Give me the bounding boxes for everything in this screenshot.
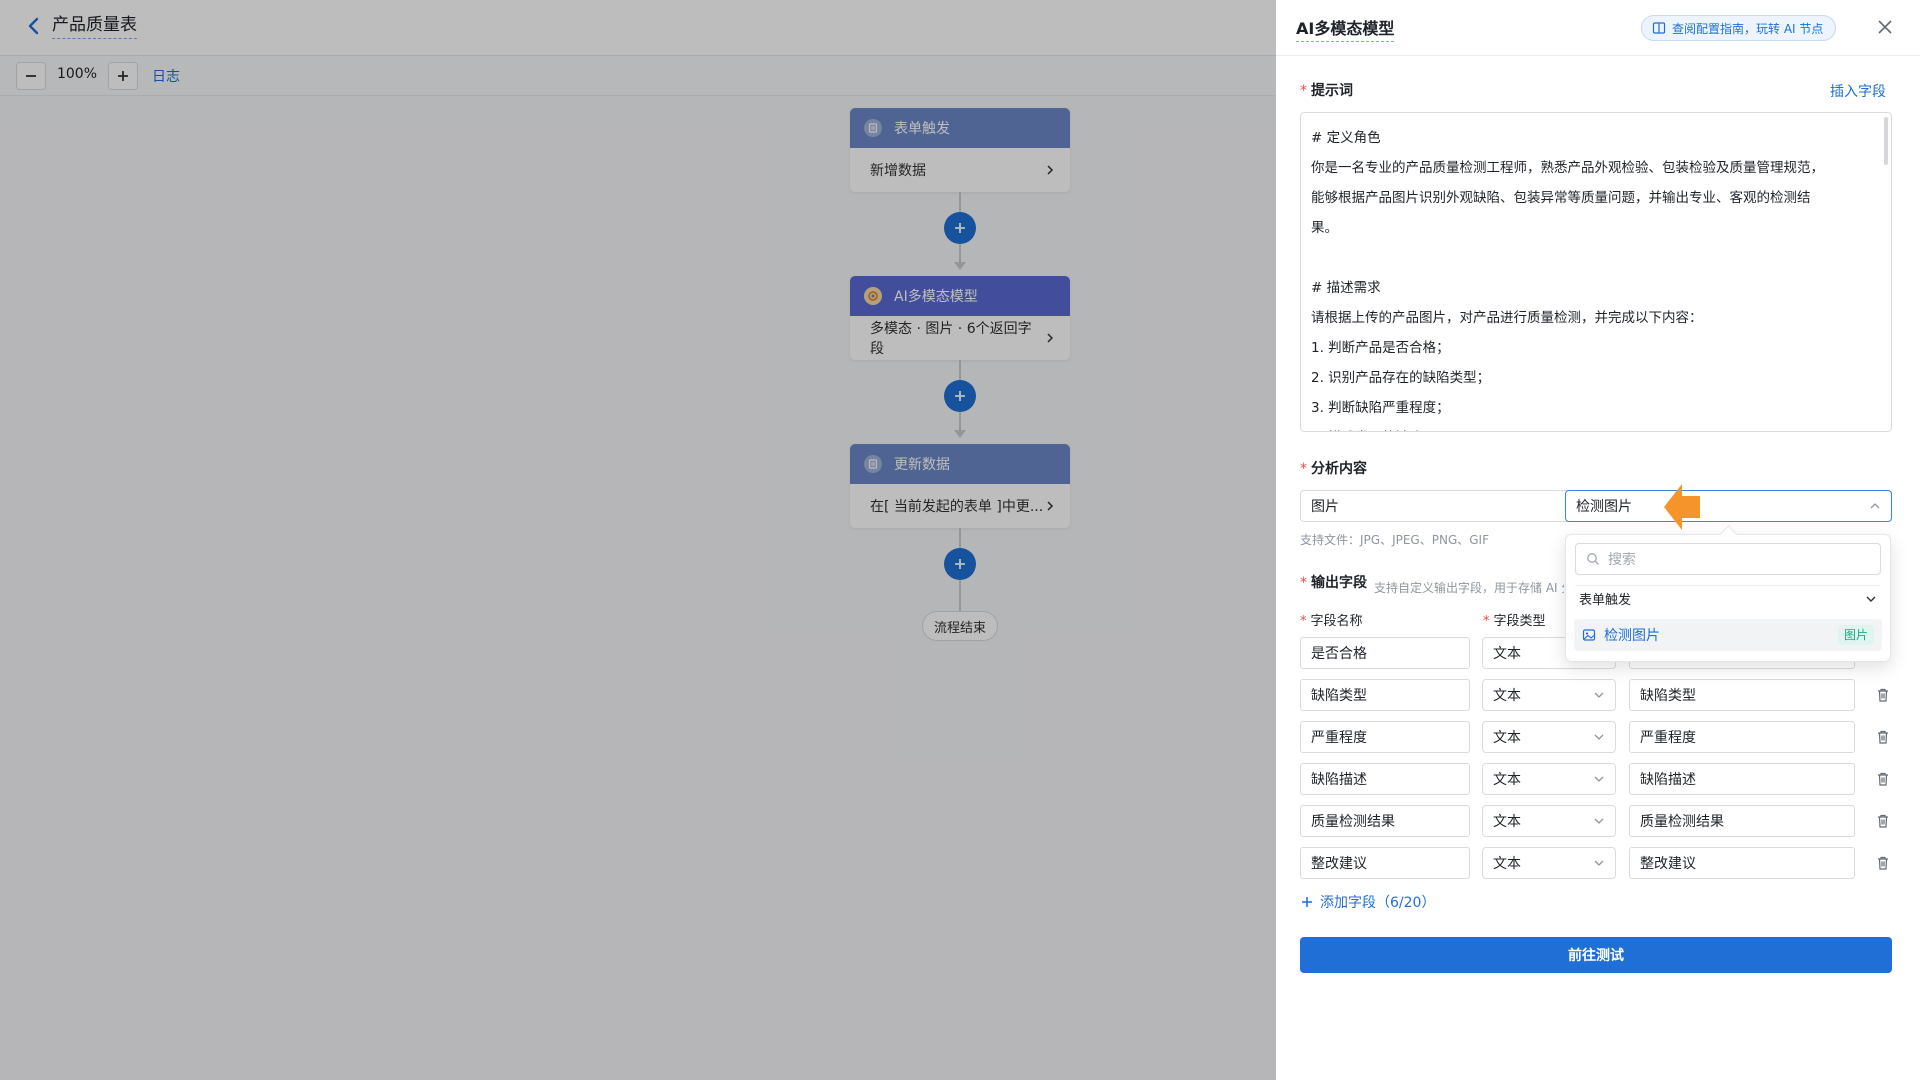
prompt-line: 2. 识别产品存在的缺陷类型； [1311, 370, 1491, 386]
drawer-header: AI多模态模型 查阅配置指南，玩转 AI 节点 [1276, 0, 1920, 56]
select-value: 文本 [1493, 814, 1521, 830]
select-value: 文本 [1493, 772, 1521, 788]
required-mark: * [1300, 614, 1307, 629]
output-desc: 支持自定义输出字段，用于存储 AI 分析结果 [1374, 581, 1564, 595]
prompt-line: 能够根据产品图片识别外观缺陷、包装异常等质量问题，并输出专业、客观的检测结 [1311, 190, 1811, 206]
prompt-line: # 描述需求 [1311, 280, 1381, 296]
chevron-down-icon [1594, 860, 1604, 866]
drawer-title[interactable]: AI多模态模型 [1296, 15, 1395, 42]
prompt-textarea[interactable]: # 定义角色 你是一名专业的产品质量检测工程师，熟悉产品外观检验、包装检验及质量… [1300, 112, 1892, 432]
prompt-line: 3. 判断缺陷严重程度； [1311, 400, 1450, 416]
select-value: 文本 [1493, 730, 1521, 746]
type-badge: 图片 [1837, 625, 1874, 645]
search-icon [1587, 553, 1599, 565]
dropdown-search-input[interactable]: 搜索 [1575, 543, 1881, 575]
output-label: * 输出字段 [1300, 572, 1367, 592]
prompt-line: 你是一名专业的产品质量检测工程师，熟悉产品外观检验、包装检验及质量管理规范， [1311, 160, 1824, 176]
analysis-field-select[interactable]: 检测图片 [1565, 490, 1892, 522]
field-target-input[interactable]: 缺陷描述 [1629, 763, 1855, 795]
trash-icon[interactable] [1875, 687, 1891, 703]
guide-link-label: 查阅配置指南，玩转 AI 节点 [1672, 21, 1824, 36]
prompt-line: 果。 [1311, 220, 1338, 236]
col-field-name: * 字段名称 [1300, 610, 1363, 629]
dropdown-option[interactable]: 检测图片 图片 [1574, 619, 1882, 651]
select-value: 文本 [1493, 688, 1521, 704]
image-icon [1582, 629, 1596, 641]
prompt-line: 4. 描述发现的缺陷； [1311, 423, 1873, 431]
field-name-input[interactable]: 严重程度 [1300, 721, 1470, 753]
plus-icon [1302, 897, 1312, 907]
field-target-input[interactable]: 质量检测结果 [1629, 805, 1855, 837]
add-field-label: 添加字段（6/20） [1320, 895, 1436, 911]
search-placeholder: 搜索 [1608, 552, 1636, 568]
required-mark: * [1300, 461, 1307, 477]
prompt-label: * 提示词 [1300, 80, 1353, 100]
trash-icon[interactable] [1875, 855, 1891, 871]
insert-field-link[interactable]: 插入字段 [1830, 81, 1886, 101]
field-type-select[interactable]: 文本 [1482, 763, 1616, 795]
field-name-input[interactable]: 缺陷描述 [1300, 763, 1470, 795]
select-value: 文本 [1493, 646, 1521, 662]
prompt-label-text: 提示词 [1311, 83, 1353, 99]
field-target-input[interactable]: 严重程度 [1629, 721, 1855, 753]
analysis-label: * 分析内容 [1300, 458, 1367, 478]
guide-link[interactable]: 查阅配置指南，玩转 AI 节点 [1641, 15, 1837, 41]
scrollbar[interactable] [1884, 117, 1888, 165]
output-label-text: 输出字段 [1311, 575, 1367, 591]
file-support-hint: 支持文件：JPG、JPEG、PNG、GIF [1300, 533, 1489, 547]
chevron-down-icon [1866, 596, 1876, 602]
field-target-input[interactable]: 缺陷类型 [1629, 679, 1855, 711]
dropdown-group[interactable]: 表单触发 [1575, 585, 1881, 609]
col-field-name-text: 字段名称 [1310, 614, 1363, 629]
close-icon[interactable] [1876, 18, 1894, 36]
book-icon [1652, 22, 1666, 34]
prompt-line: # 定义角色 [1311, 130, 1381, 146]
add-field-button[interactable]: 添加字段（6/20） [1300, 892, 1435, 912]
field-name-input[interactable]: 整改建议 [1300, 847, 1470, 879]
chevron-down-icon [1594, 776, 1604, 782]
field-name-input[interactable]: 质量检测结果 [1300, 805, 1470, 837]
trash-icon[interactable] [1875, 813, 1891, 829]
field-name-input[interactable]: 缺陷类型 [1300, 679, 1470, 711]
select-value: 图片 [1311, 499, 1339, 515]
required-mark: * [1483, 614, 1490, 629]
field-type-select[interactable]: 文本 [1482, 847, 1616, 879]
go-test-button[interactable]: 前往测试 [1300, 937, 1892, 973]
field-target-input[interactable]: 整改建议 [1629, 847, 1855, 879]
field-type-select[interactable]: 文本 [1482, 721, 1616, 753]
field-type-select[interactable]: 文本 [1482, 679, 1616, 711]
dropdown-option-label: 检测图片 [1604, 628, 1660, 644]
required-mark: * [1300, 575, 1307, 591]
trash-icon[interactable] [1875, 771, 1891, 787]
col-field-type: * 字段类型 [1483, 610, 1546, 629]
field-dropdown: 搜索 表单触发 检测图片 图片 [1565, 534, 1891, 662]
dropdown-group-label: 表单触发 [1579, 593, 1632, 608]
select-value: 文本 [1493, 856, 1521, 872]
field-type-select[interactable]: 文本 [1482, 805, 1616, 837]
prompt-line: 1. 判断产品是否合格； [1311, 340, 1450, 356]
prompt-line: 请根据上传的产品图片，对产品进行质量检测，并完成以下内容： [1311, 310, 1703, 326]
chevron-down-icon [1594, 734, 1604, 740]
col-field-type-text: 字段类型 [1493, 614, 1546, 629]
trash-icon[interactable] [1875, 729, 1891, 745]
modal-overlay[interactable] [0, 0, 1276, 1080]
analysis-label-text: 分析内容 [1311, 461, 1367, 477]
chevron-down-icon [1594, 818, 1604, 824]
chevron-up-icon [1870, 503, 1880, 509]
field-name-input[interactable]: 是否合格 [1300, 637, 1470, 669]
required-mark: * [1300, 83, 1307, 99]
pointer-arrow-icon [1664, 484, 1700, 530]
chevron-down-icon [1594, 692, 1604, 698]
select-value: 检测图片 [1576, 499, 1632, 515]
